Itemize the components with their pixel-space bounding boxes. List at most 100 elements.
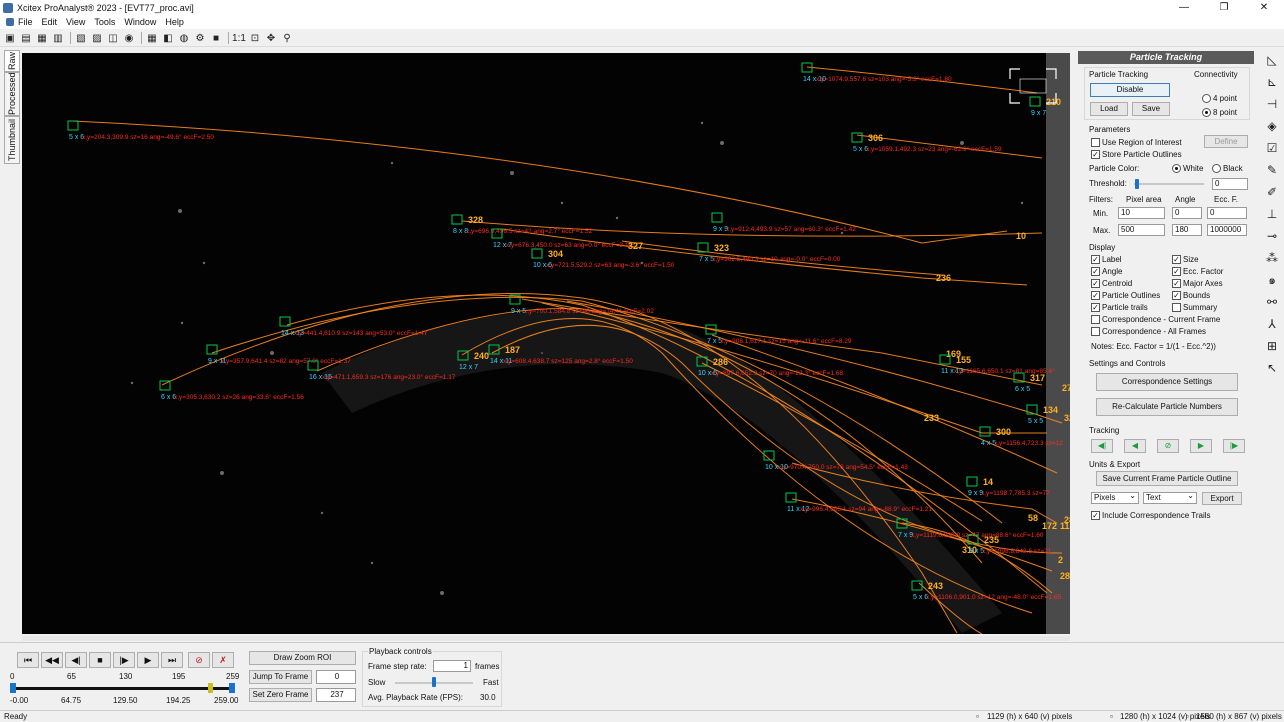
particle-marker[interactable]: 327 <box>628 241 643 251</box>
correspondence-settings-button[interactable]: Correspondence Settings <box>1096 373 1238 391</box>
particle-marker[interactable]: 284 <box>1064 515 1070 525</box>
include-trails-checkbox[interactable]: ✓ <box>1091 511 1100 520</box>
open-video-icon[interactable]: ▣ <box>3 31 17 45</box>
next-particle-icon[interactable]: ▶ <box>1190 439 1212 453</box>
particle-tool-icon[interactable]: ⁂ <box>1264 250 1280 266</box>
use-roi-checkbox[interactable] <box>1091 138 1100 147</box>
draw-zoom-roi-button[interactable]: Draw Zoom ROI <box>249 651 356 665</box>
first-frame-icon[interactable]: ⏮ <box>17 652 39 668</box>
film-icon[interactable]: ◫ <box>106 31 120 45</box>
save-button[interactable]: Save <box>1132 102 1170 116</box>
find-particle-icon[interactable]: ⊘ <box>1157 439 1179 453</box>
export-button[interactable]: Export <box>1202 492 1242 505</box>
format-select[interactable]: Text <box>1143 491 1197 504</box>
overlay-icon[interactable]: ◧ <box>161 31 175 45</box>
frame-step-field[interactable]: 1 <box>433 660 471 672</box>
globe-icon[interactable]: ◍ <box>177 31 191 45</box>
restore-icon[interactable]: ❐ <box>1204 0 1244 15</box>
display-left-checkbox[interactable]: ✓ <box>1091 279 1100 288</box>
jump-to-frame-button[interactable]: Jump To Frame <box>249 670 312 684</box>
pan-icon[interactable]: ✥ <box>264 31 278 45</box>
pointer-tool-icon[interactable]: ↖ <box>1264 360 1280 376</box>
particle-marker[interactable]: 5 x 6x,y=204.3,309.9 sz=16 ang=-49.6° ec… <box>67 120 214 141</box>
probe-tool-icon[interactable]: ⊸ <box>1264 228 1280 244</box>
color-black-radio[interactable] <box>1212 164 1221 173</box>
angle-tool-icon[interactable]: ◺ <box>1264 52 1280 68</box>
particle-marker[interactable]: 5 x 6x,y=1059.1,492.3 sz=23 ang=-62.9° e… <box>851 132 1002 153</box>
timeline-start-marker[interactable] <box>10 683 16 693</box>
display-right-checkbox[interactable]: ✓ <box>1172 267 1181 276</box>
particle-marker[interactable]: 2 <box>1058 555 1063 565</box>
last-particle-icon[interactable]: |▶ <box>1223 439 1245 453</box>
grid-icon[interactable]: ▦ <box>145 31 159 45</box>
timeline-track[interactable] <box>14 687 232 690</box>
particle-marker[interactable]: 9 x 9x,y=912.4,493.9 sz=57 ang=60.3° ecc… <box>711 212 856 233</box>
menu-tools[interactable]: Tools <box>94 17 115 27</box>
edit-tool-icon[interactable]: ✐ <box>1264 184 1280 200</box>
doc-icon[interactable] <box>6 18 14 26</box>
store-outlines-checkbox[interactable]: ✓ <box>1091 150 1100 159</box>
particle-marker[interactable]: 7 x 5x,y=908.1,617.1 sz=15 ang=-11.6° ec… <box>705 324 852 345</box>
step-back-icon[interactable]: ◀| <box>65 652 87 668</box>
prev-particle-icon[interactable]: ◀ <box>1124 439 1146 453</box>
reel-icon[interactable]: ◉ <box>122 31 136 45</box>
image-icon[interactable]: ▨ <box>90 31 104 45</box>
display-right-checkbox[interactable]: ✓ <box>1172 291 1181 300</box>
particle-marker[interactable]: 276 <box>1062 383 1070 393</box>
rewind-icon[interactable]: ◀◀ <box>41 652 63 668</box>
conn-4-radio[interactable] <box>1202 94 1211 103</box>
zoom-one-icon[interactable]: 1:1 <box>232 31 246 45</box>
particle-marker[interactable]: 10 <box>1016 231 1026 241</box>
max-angle-field[interactable]: 180 <box>1172 224 1202 236</box>
video-viewer[interactable]: 9 x 7 210 14 x 10 x,y=1074.9,557.6 sz=103 a… <box>22 53 1070 634</box>
particle-marker[interactable]: 5 x 5134 <box>1026 404 1058 425</box>
max-ecc-field[interactable]: 1000000 <box>1207 224 1247 236</box>
particle-marker[interactable]: 4 x 5x,y=1156.4,723.3 sz=12300 <box>979 426 1063 447</box>
menu-view[interactable]: View <box>66 17 85 27</box>
feature-tool-icon[interactable]: ◈ <box>1264 118 1280 134</box>
particle-marker[interactable]: 8 x 8x,y=696.9,496.5 sz=42 ang=2.7° eccF… <box>451 214 593 235</box>
tab-thumbnail[interactable]: Thumbnail <box>4 116 20 164</box>
particle-marker[interactable]: 283 <box>1060 571 1070 581</box>
particle-marker[interactable]: 10 x 6x,y=721.5,529.2 sz=63 ang=-3.6° ec… <box>531 248 675 269</box>
zero-frame-field[interactable]: 237 <box>316 688 356 702</box>
particle-tracking-icon[interactable]: ⚯ <box>1264 294 1280 310</box>
threshold-slider[interactable] <box>1135 179 1139 189</box>
particle-marker[interactable]: 58 <box>1028 513 1038 523</box>
step-forward-icon[interactable]: |▶ <box>113 652 135 668</box>
checklist-tool-icon[interactable]: ☑ <box>1264 140 1280 156</box>
timeline-end-marker[interactable] <box>229 683 235 693</box>
options-icon[interactable]: ⚙ <box>193 31 207 45</box>
viewer-scrollbar[interactable] <box>22 636 1070 641</box>
track-tool-icon[interactable]: ⊣ <box>1264 96 1280 112</box>
fit-window-icon[interactable]: ⊡ <box>248 31 262 45</box>
notes-tool-icon[interactable]: ✎ <box>1264 162 1280 178</box>
loop-off-icon[interactable]: ⊘ <box>188 652 210 668</box>
display-right-checkbox[interactable]: ✓ <box>1172 255 1181 264</box>
minimize-icon[interactable]: — <box>1164 0 1204 15</box>
min-area-field[interactable]: 10 <box>1118 207 1165 219</box>
particle-marker[interactable]: 6 x 6x,y=305.3,630.2 sz=26 ang=33.6° ecc… <box>159 380 304 401</box>
particle-marker[interactable]: 9 x 9x,y=1198.7,785.3 sz=7714 <box>966 476 1050 497</box>
particle-marker[interactable]: 233 <box>924 413 939 423</box>
display-left-checkbox[interactable]: ✓ <box>1091 267 1100 276</box>
bounce-off-icon[interactable]: ✗ <box>212 652 234 668</box>
grid-tool-icon[interactable]: ⊞ <box>1264 338 1280 354</box>
menu-help[interactable]: Help <box>165 17 184 27</box>
jump-frame-field[interactable]: 0 <box>316 670 356 684</box>
corr-current-checkbox[interactable] <box>1091 315 1100 324</box>
zoom-icon[interactable]: ⚲ <box>280 31 294 45</box>
display-left-checkbox[interactable]: ✓ <box>1091 291 1100 300</box>
max-area-field[interactable]: 500 <box>1118 224 1165 236</box>
disable-button[interactable]: Disable <box>1090 83 1170 97</box>
particle-marker[interactable]: 14 x 13x,y=441.4,610.9 sz=143 ang=53.0° … <box>279 316 428 337</box>
tab-processed[interactable]: Processed <box>4 72 20 116</box>
particle-marker[interactable]: 236 <box>936 273 951 283</box>
particle-marker[interactable]: 11 x 13x,y=1165.6,650.1 sz=81 ang=85.4°1… <box>939 354 1055 375</box>
units-select[interactable]: Pixels <box>1091 491 1139 504</box>
particle-marker[interactable]: 14 x 10x,y=1074.9,557.6 sz=103 ang=-5.3°… <box>801 62 952 83</box>
print-icon[interactable]: ▥ <box>51 31 65 45</box>
stop-icon[interactable]: ■ <box>209 31 223 45</box>
timeline-current-marker[interactable] <box>208 683 213 693</box>
axes-tool-icon[interactable]: ⊥ <box>1264 206 1280 222</box>
